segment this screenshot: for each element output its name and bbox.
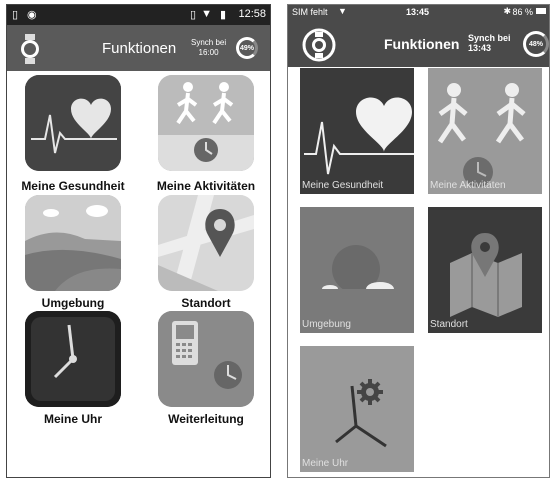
clock-icon [25, 311, 121, 407]
heart-rate-icon [300, 68, 414, 194]
battery-status: 86 % [512, 7, 533, 17]
page-title: Funktionen [384, 36, 460, 52]
tile-label: Standort [430, 319, 468, 330]
tile-label: Meine Gesundheit [21, 179, 125, 193]
vibrate-icon: ▯ [189, 9, 196, 21]
tile-activities[interactable]: Meine Aktivitäten [428, 68, 542, 194]
map-pin-icon [158, 195, 254, 291]
tile-location[interactable]: Standort [428, 207, 542, 333]
tile-location[interactable] [158, 195, 254, 291]
landscape-icon [25, 195, 121, 291]
synch-info: Synch bei 16:00 [191, 38, 226, 58]
status-bar: SIM fehlt ▼ 13:45 ✱ 86 % [288, 5, 549, 21]
android-screen: ▯ ◉ ▯ ▼ ▮ 12:58 Funktionen Synch bei 16:… [6, 4, 271, 478]
watch-icon[interactable] [302, 28, 336, 62]
wifi-icon: ▼ [338, 6, 347, 16]
status-bar: ▯ ◉ ▯ ▼ ▮ 12:58 [7, 5, 270, 25]
synch-time: 16:00 [198, 48, 219, 57]
sun-cloud-icon [300, 207, 414, 333]
walking-icon [158, 75, 254, 171]
heart-rate-icon [25, 75, 121, 171]
tile-label: Meine Uhr [302, 458, 349, 469]
status-time: 12:58 [238, 8, 266, 20]
tile-health[interactable] [25, 75, 121, 171]
app-header: Funktionen Synch bei 16:00 49% [7, 25, 270, 71]
tile-forwarding[interactable] [158, 311, 254, 407]
tile-label: Meine Aktivitäten [156, 179, 256, 193]
battery-icon: ▮ [219, 9, 226, 21]
tile-label: Meine Gesundheit [302, 180, 384, 191]
battery-icon [536, 8, 546, 14]
app-header: Funktionen Synch bei 13:43 48% [288, 21, 549, 67]
tile-label: Standort [181, 296, 231, 310]
tile-activities[interactable] [158, 75, 254, 171]
tile-label: Meine Aktivitäten [430, 180, 506, 191]
status-time: 13:45 [406, 7, 430, 17]
tile-watch[interactable]: Meine Uhr [300, 346, 414, 472]
synch-label: Synch bei [468, 33, 511, 43]
wifi-icon: ▼ [201, 8, 212, 20]
tile-label: Weiterleitung [168, 412, 244, 426]
bluetooth-icon: ✱ [503, 6, 511, 16]
tile-environment[interactable]: Umgebung [300, 207, 414, 333]
ios-screen: SIM fehlt ▼ 13:45 ✱ 86 % Funktionen Sync… [287, 4, 550, 478]
map-pin-icon [428, 207, 542, 333]
clock-settings-icon [300, 346, 414, 472]
phone-forward-icon [158, 311, 254, 407]
walking-icon [428, 68, 542, 194]
battery-ring: 48% [523, 31, 549, 57]
page-title: Funktionen [102, 40, 177, 57]
tile-watch[interactable] [25, 311, 121, 407]
watch-icon[interactable] [19, 34, 41, 64]
tile-health[interactable]: Meine Gesundheit [300, 68, 414, 194]
tile-environment[interactable] [25, 195, 121, 291]
tile-label: Meine Uhr [43, 412, 102, 426]
synch-label: Synch bei [191, 38, 227, 47]
tile-label: Umgebung [302, 319, 351, 330]
tile-label: Umgebung [41, 296, 105, 310]
synch-info: Synch bei 13:43 [468, 33, 511, 53]
notification-icon: ◉ [27, 9, 37, 21]
synch-time: 13:43 [468, 43, 492, 53]
battery-ring: 49% [236, 37, 258, 59]
notification-icon: ▯ [12, 9, 19, 21]
carrier-label: SIM fehlt [292, 7, 328, 17]
